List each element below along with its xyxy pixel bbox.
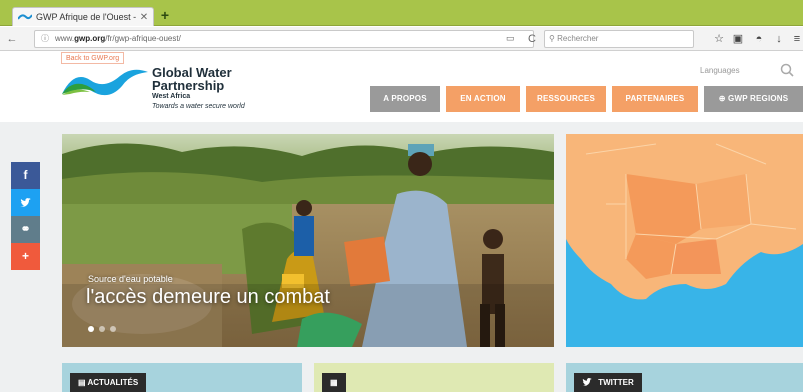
new-tab-button[interactable]: + [158, 8, 172, 22]
address-bar[interactable]: ⓘ www.gwp.org/fr/gwp-afrique-ouest/ [34, 30, 534, 48]
twitter-icon [20, 195, 31, 209]
menu-icon[interactable]: ≡ [790, 31, 803, 47]
gwp-logo-icon[interactable] [60, 64, 150, 104]
hero-caption-small: Source d'eau potable [88, 274, 173, 284]
browser-window: GWP Afrique de l'Ouest - ... ✕ + ← ⓘ www.… [0, 0, 803, 392]
events-card-label: ▦ [322, 373, 346, 392]
menu-ressources[interactable]: RESSOURCES [526, 86, 606, 112]
menu-partenaires[interactable]: PARTENAIRES [612, 86, 698, 112]
logo-tagline: Towards a water secure world [152, 103, 245, 110]
logo-line-2: Partnership [152, 78, 225, 93]
events-card[interactable]: ▦ [314, 363, 554, 392]
url-prefix: www. [55, 34, 75, 43]
slider-dot[interactable] [88, 326, 94, 332]
west-africa-map[interactable] [566, 134, 803, 347]
url-domain: gwp.org [74, 34, 106, 43]
reader-view-icon[interactable]: ▭ [506, 33, 515, 44]
twitter-bird-icon [582, 378, 598, 387]
hero-slider[interactable]: Source d'eau potable l'accès demeure un … [62, 134, 554, 347]
back-arrow-icon[interactable]: ← [4, 31, 20, 47]
download-icon[interactable]: ↓ [772, 31, 786, 47]
reload-icon[interactable]: C [524, 31, 540, 47]
slider-dot[interactable] [99, 326, 105, 332]
menu-gwp-regions[interactable]: ⊕ GWP REGIONS [704, 86, 803, 112]
nav-bar: ← ⓘ www.gwp.org/fr/gwp-afrique-ouest/ ▭ C… [0, 27, 803, 51]
site-header: Back to GWP.org Global Water Partnership… [0, 52, 803, 122]
search-field[interactable]: ⚲ Rechercher [544, 30, 694, 48]
menu-a-propos[interactable]: A PROPOS [370, 86, 440, 112]
twitter-card[interactable]: TWITTER [566, 363, 803, 392]
tab-bar: GWP Afrique de l'Ouest - ... ✕ + [0, 0, 803, 26]
calendar-icon: ▦ [330, 378, 338, 387]
slider-dots [88, 326, 116, 332]
plus-icon: + [21, 249, 29, 263]
news-card[interactable]: ▤ ACTUALITÉS [62, 363, 302, 392]
search-icon: ⚲ [549, 34, 558, 43]
hero-photo [62, 134, 554, 347]
browser-tab[interactable]: GWP Afrique de l'Ouest - ... ✕ [12, 7, 154, 26]
back-to-gwp-link[interactable]: Back to GWP.org [61, 52, 125, 64]
logo-region: West Africa [152, 93, 191, 100]
menu-gwp-regions-label: GWP REGIONS [728, 94, 789, 103]
news-card-title: ACTUALITÉS [87, 378, 139, 387]
web-page: Back to GWP.org Global Water Partnership… [0, 52, 803, 392]
hero-caption-title[interactable]: l'accès demeure un combat [86, 286, 330, 309]
bookmark-star-icon[interactable]: ☆ [712, 31, 726, 47]
languages-link[interactable]: Languages [700, 66, 740, 75]
twitter-share-button[interactable] [11, 189, 40, 216]
menu-en-action[interactable]: EN ACTION [446, 86, 520, 112]
globe-icon: ⊕ [718, 94, 729, 103]
search-placeholder: Rechercher [557, 34, 599, 43]
facebook-share-button[interactable]: f [11, 162, 40, 189]
twitter-card-label: TWITTER [574, 373, 642, 392]
more-share-button[interactable]: + [11, 243, 40, 270]
pocket-icon[interactable]: ◓ [752, 31, 766, 47]
map-graphic [566, 134, 803, 300]
site-info-icon[interactable]: ⓘ [41, 34, 49, 43]
email-share-button[interactable]: ⚭ [11, 216, 40, 243]
logo-text[interactable]: Global Water Partnership West Africa Tow… [152, 66, 245, 111]
twitter-card-title: TWITTER [598, 378, 634, 387]
url-path: /fr/gwp-afrique-ouest/ [105, 34, 181, 43]
facebook-icon: f [23, 168, 28, 182]
share-icon: ⚭ [20, 222, 31, 236]
bookmarks-library-icon[interactable]: ▣ [731, 31, 745, 47]
tab-close-icon[interactable]: ✕ [138, 12, 150, 23]
news-card-label: ▤ ACTUALITÉS [70, 373, 147, 392]
tab-title: GWP Afrique de l'Ouest - ... [36, 12, 138, 22]
slider-dot[interactable] [110, 326, 116, 332]
site-search-icon[interactable] [780, 63, 794, 77]
gwp-favicon-icon [18, 13, 32, 21]
